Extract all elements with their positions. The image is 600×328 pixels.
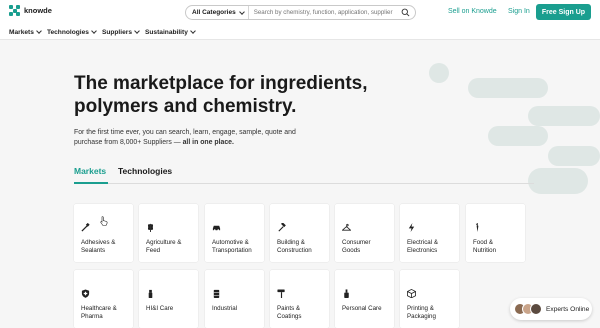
market-label: Building & Construction xyxy=(277,239,312,254)
market-card-printing-packaging[interactable]: Printing & Packaging xyxy=(400,270,459,328)
market-card-adhesives-sealants[interactable]: Adhesives & Sealants xyxy=(74,204,133,262)
market-card-healthcare-pharma[interactable]: Healthcare & Pharma xyxy=(74,270,133,328)
market-label: Consumer Goods xyxy=(342,239,371,254)
expert-avatars xyxy=(514,303,542,315)
market-card-paints-coatings[interactable]: Paints & Coatings xyxy=(270,270,329,328)
market-label: Personal Care xyxy=(342,305,382,312)
market-tabs: Markets Technologies xyxy=(74,166,534,184)
menu-technologies[interactable]: Technologies xyxy=(46,28,97,36)
market-label: Healthcare & Pharma xyxy=(81,305,117,320)
market-label: HI&I Care xyxy=(146,305,174,312)
menu-markets[interactable]: Markets xyxy=(9,28,42,36)
hero-title-line2: polymers and chemistry. xyxy=(74,96,297,117)
market-card-building-construction[interactable]: Building & Construction xyxy=(270,204,329,262)
hero-subtitle: For the first time ever, you can search,… xyxy=(74,128,324,147)
pointer-cursor-icon xyxy=(100,216,108,226)
hero-subtitle-bold: all in one place. xyxy=(182,138,234,146)
market-card-agriculture-feed[interactable]: Agriculture & Feed xyxy=(139,204,198,262)
market-label: Food & Nutrition xyxy=(473,239,497,254)
menu-markets-label: Markets xyxy=(9,28,34,36)
free-sign-up-button[interactable]: Free Sign Up xyxy=(536,4,591,20)
menu-suppliers-label: Suppliers xyxy=(101,28,132,36)
hammer-icon xyxy=(278,223,286,232)
chevron-down-icon xyxy=(134,28,140,34)
chevron-down-icon xyxy=(36,28,42,34)
menu-sustainability[interactable]: Sustainability xyxy=(145,28,196,36)
market-card-industrial[interactable]: Industrial xyxy=(205,270,264,328)
car-icon xyxy=(212,225,221,232)
menu-sustainability-label: Sustainability xyxy=(145,28,188,36)
menu-suppliers[interactable]: Suppliers xyxy=(101,28,140,36)
chevron-down-icon xyxy=(238,8,245,15)
market-label: Printing & Packaging xyxy=(407,305,436,320)
hero-title: The marketplace for ingredients, polymer… xyxy=(74,72,404,118)
market-card-automotive-transportation[interactable]: Automotive & Transportation xyxy=(205,204,264,262)
shield-cross-icon xyxy=(81,289,90,298)
paint-roller-icon xyxy=(277,289,285,298)
knowde-logo[interactable]: knowde xyxy=(9,5,52,16)
market-card-hii-care[interactable]: HI&I Care xyxy=(139,270,198,328)
market-card-personal-care[interactable]: Personal Care xyxy=(335,270,394,328)
avatar xyxy=(530,303,542,315)
barrel-icon xyxy=(213,289,220,298)
category-dropdown[interactable]: All Categories xyxy=(186,6,249,19)
spray-bottle-icon xyxy=(148,289,153,298)
search-bar: All Categories xyxy=(185,5,416,20)
chevron-down-icon xyxy=(91,28,97,34)
box-icon xyxy=(407,289,416,298)
knowde-logo-icon xyxy=(9,5,20,16)
category-label: All Categories xyxy=(192,9,236,16)
menu-technologies-label: Technologies xyxy=(46,28,89,36)
sell-on-knowde-link[interactable]: Sell on Knowde xyxy=(448,8,497,15)
tab-markets[interactable]: Markets xyxy=(74,166,106,176)
market-card-food-nutrition[interactable]: Food & Nutrition xyxy=(466,204,525,262)
lotion-bottle-icon xyxy=(344,289,349,298)
hero-title-line1: The marketplace for ingredients, xyxy=(74,73,368,94)
market-label: Paints & Coatings xyxy=(277,305,302,320)
bolt-icon xyxy=(408,223,415,232)
market-label: Industrial xyxy=(212,305,238,312)
experts-online-widget[interactable]: Experts Online xyxy=(510,298,592,320)
sign-in-link[interactable]: Sign In xyxy=(508,8,530,15)
menu-bar: Markets Technologies Suppliers Sustainab… xyxy=(0,25,600,40)
top-bar: knowde All Categories Sell on Knowde Sig… xyxy=(0,0,600,25)
experts-online-label: Experts Online xyxy=(546,305,590,313)
chevron-down-icon xyxy=(190,28,196,34)
hanger-icon xyxy=(342,223,351,231)
search-icon[interactable] xyxy=(401,8,410,17)
search-input[interactable] xyxy=(248,9,399,16)
market-label: Agriculture & Feed xyxy=(146,239,182,254)
active-tab-indicator xyxy=(74,182,108,184)
brush-icon xyxy=(81,223,90,232)
market-label: Adhesives & Sealants xyxy=(81,239,116,254)
market-card-consumer-goods[interactable]: Consumer Goods xyxy=(335,204,394,262)
wheat-icon xyxy=(147,223,154,232)
market-label: Electrical & Electronics xyxy=(407,239,438,254)
market-label: Automotive & Transportation xyxy=(212,239,252,254)
tab-technologies[interactable]: Technologies xyxy=(118,166,172,176)
logo-text: knowde xyxy=(24,6,52,15)
market-card-electrical-electronics[interactable]: Electrical & Electronics xyxy=(400,204,459,262)
carrot-icon xyxy=(475,223,479,232)
